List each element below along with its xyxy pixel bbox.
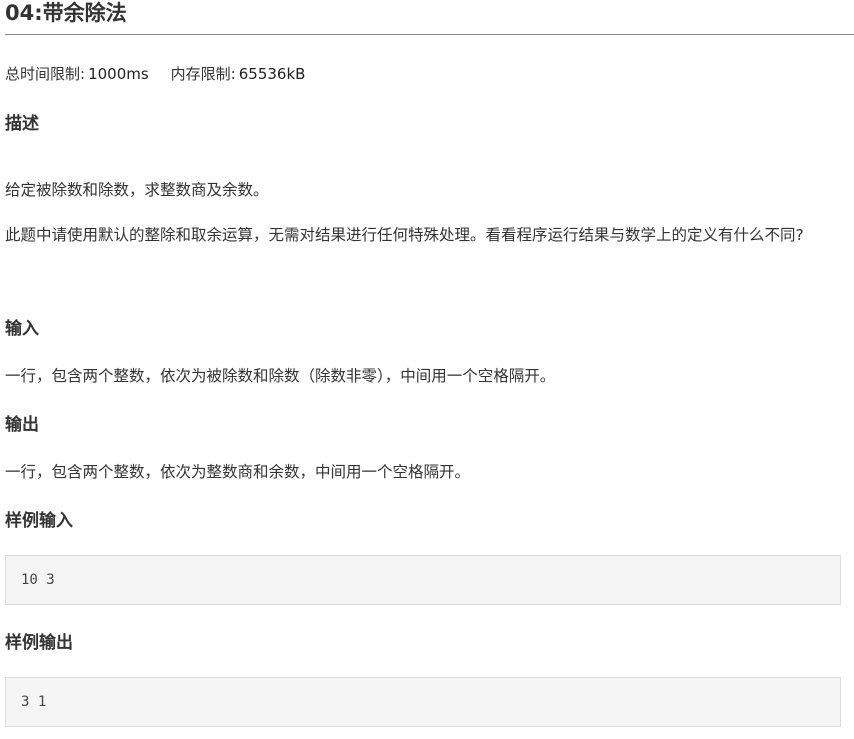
description-paragraph-2: 此题中请使用默认的整除和取余运算，无需对结果进行任何特殊处理。看看程序运行结果与… [5,226,804,244]
problem-title: 04:带余除法 [5,1,127,25]
limits-bar: 总时间限制: 1000ms 内存限制: 65536kB [5,64,305,84]
time-limit-value: 1000ms [88,65,149,83]
description-paragraph-1: 给定被除数和除数，求整数商及余数。 [5,181,269,199]
sample-output-box: 3 1 [5,677,841,727]
sample-input-box: 10 3 [5,555,841,605]
sample-input-code: 10 3 [21,572,55,588]
time-limit-label: 总时间限制: [5,65,86,83]
sample-output-code: 3 1 [21,694,47,710]
sample-input-heading: 样例输入 [5,511,73,531]
sample-output-heading: 样例输出 [5,633,73,653]
memory-limit-value: 65536kB [238,65,306,83]
title-divider [5,34,854,35]
input-heading: 输入 [5,319,39,339]
memory-limit-label: 内存限制: [170,65,236,83]
output-heading: 输出 [5,415,39,435]
output-description: 一行，包含两个整数，依次为整数商和余数，中间用一个空格隔开。 [5,463,471,481]
description-heading: 描述 [5,114,39,134]
input-description: 一行，包含两个整数，依次为被除数和除数（除数非零），中间用一个空格隔开。 [5,367,556,385]
